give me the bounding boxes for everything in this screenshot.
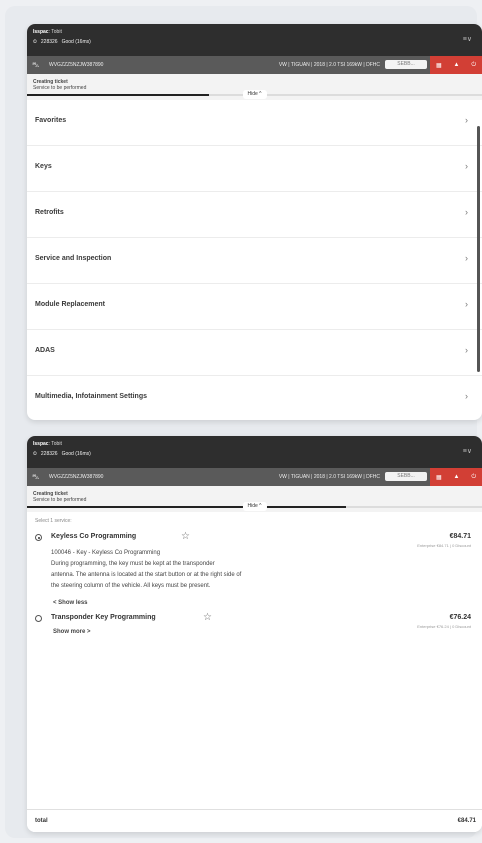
service-option[interactable]: Transponder Key Programming ☆ €76.24 Ent…	[35, 612, 475, 655]
clock-icon: ⏲	[33, 39, 37, 45]
category-retrofits[interactable]: Retrofits ›	[27, 192, 482, 238]
desc-line: the steering column of the vehicle. All …	[51, 583, 211, 589]
alert-area[interactable]: ▦ ▲ ⏻	[430, 56, 482, 74]
car-icon: ⛍	[32, 474, 40, 481]
progress-fill	[27, 506, 346, 508]
menu-icon[interactable]: ≡∨	[463, 35, 472, 43]
radio-unselected[interactable]	[35, 615, 42, 622]
chevron-right-icon: ›	[465, 207, 468, 217]
panel-service-select: Isspac: Tobit ⏲ 228326 Good (16ms) ≡∨ ⛍ …	[27, 436, 482, 832]
connection-status: ⏲ 228326 Good (16ms)	[33, 451, 91, 457]
connection-status: ⏲ 228326 Good (16ms)	[33, 39, 91, 45]
category-label: Retrofits	[35, 209, 64, 216]
power-icon[interactable]: ⏻	[471, 474, 476, 481]
search-input[interactable]: SEBB...	[385, 472, 427, 481]
vehicle-spec: VW | TIGUAN | 2018 | 2.0 TSI 169kW | DFH…	[278, 62, 380, 68]
service-price: €84.71	[449, 533, 471, 540]
ticket-subtitle: Service to be performed	[33, 497, 87, 503]
ticket-header: Creating ticket Service to be performed …	[27, 74, 482, 100]
vin-text: WVGZZZ5NZJW387890	[49, 62, 104, 68]
service-price: €76.24	[449, 614, 471, 621]
category-label: ADAS	[35, 347, 55, 354]
chevron-right-icon: ›	[465, 345, 468, 355]
service-description: 100046 - Key - Keyless Co Programming Du…	[51, 548, 381, 592]
show-less-link[interactable]: < Show less	[53, 600, 88, 606]
chevron-right-icon: ›	[465, 115, 468, 125]
chevron-right-icon: ›	[465, 299, 468, 309]
desc-line: During programming, the key must be kept…	[51, 561, 215, 567]
select-label: Select 1 service:	[35, 518, 72, 524]
vehicle-bar: ⛍ WVGZZZ5NZJW387890 VW | TIGUAN | 2018 |…	[27, 468, 482, 486]
desc-line: 100046 - Key - Keyless Co Programming	[51, 550, 161, 556]
category-service[interactable]: Service and Inspection ›	[27, 238, 482, 284]
session-id: 228326	[40, 39, 58, 45]
alert-area[interactable]: ▦ ▲ ⏻	[430, 468, 482, 486]
chevron-right-icon: ›	[465, 391, 468, 401]
scrollbar[interactable]	[477, 126, 480, 372]
chevron-right-icon: ›	[465, 253, 468, 263]
category-label: Module Replacement	[35, 301, 106, 308]
vin-text: WVGZZZ5NZJW387890	[49, 474, 104, 480]
category-keys[interactable]: Keys ›	[27, 146, 482, 192]
hide-button[interactable]: Hide ^	[242, 502, 267, 511]
total-bar: total €84.71	[27, 809, 482, 832]
show-more-link[interactable]: Show more >	[53, 629, 91, 635]
category-label: Service and Inspection	[35, 255, 112, 262]
power-icon[interactable]: ⏻	[471, 62, 476, 69]
radio-selected[interactable]	[35, 534, 42, 541]
calendar-icon[interactable]: ▦	[436, 62, 442, 69]
calendar-icon[interactable]: ▦	[436, 474, 442, 481]
star-icon[interactable]: ☆	[203, 612, 212, 623]
progress-fill	[27, 94, 209, 96]
panel-category-list: Isspac: Tobit ⏲ 228326 Good (16ms) ≡∨ ⛍ …	[27, 24, 482, 420]
category-module[interactable]: Module Replacement ›	[27, 284, 482, 330]
status-text: Good (16ms)	[61, 39, 91, 45]
hide-label: Hide	[247, 91, 258, 97]
hide-button[interactable]: Hide ^	[242, 90, 267, 99]
search-input[interactable]: SEBB...	[385, 60, 427, 69]
vehicle-spec: VW | TIGUAN | 2018 | 2.0 TSI 169kW | DFH…	[278, 474, 380, 480]
total-value: €84.71	[457, 818, 476, 824]
star-icon[interactable]: ☆	[181, 531, 190, 542]
chevron-right-icon: ›	[465, 161, 468, 171]
session-id: 228326	[40, 451, 58, 457]
vehicle-bar: ⛍ WVGZZZ5NZJW387890 VW | TIGUAN | 2018 |…	[27, 56, 482, 74]
top-bar: Isspac: Tobit ⏲ 228326 Good (16ms) ≡∨	[27, 436, 482, 468]
warning-icon[interactable]: ▲	[453, 62, 459, 68]
service-price-detail: Enterprise €76.24 | 0 Discount	[417, 624, 471, 629]
user-info: Isspac: Tobit	[33, 29, 62, 35]
user-value: Tobit	[51, 29, 62, 35]
total-label: total	[35, 818, 48, 824]
category-multimedia[interactable]: Multimedia, Infotainment Settings ›	[27, 376, 482, 420]
ticket-header: Creating ticket Service to be performed …	[27, 486, 482, 512]
user-label: Isspac	[33, 441, 49, 447]
user-info: Isspac: Tobit	[33, 441, 62, 447]
desc-line: antenna. The antenna is located at the s…	[51, 572, 242, 578]
warning-icon[interactable]: ▲	[453, 474, 459, 480]
category-label: Keys	[35, 163, 52, 170]
top-bar: Isspac: Tobit ⏲ 228326 Good (16ms) ≡∨	[27, 24, 482, 56]
category-label: Favorites	[35, 117, 67, 124]
service-content: Select 1 service: Keyless Co Programming…	[27, 512, 482, 832]
category-label: Multimedia, Infotainment Settings	[35, 393, 148, 400]
service-name: Keyless Co Programming	[51, 533, 137, 540]
clock-icon: ⏲	[33, 451, 37, 457]
service-price-detail: Enterprise €84.71 | 0 Discount	[417, 543, 471, 548]
user-value: Tobit	[51, 441, 62, 447]
menu-icon[interactable]: ≡∨	[463, 447, 472, 455]
user-label: Isspac	[33, 29, 49, 35]
category-favorites[interactable]: Favorites ›	[27, 100, 482, 146]
hide-label: Hide	[247, 503, 258, 509]
service-name: Transponder Key Programming	[51, 614, 156, 621]
status-text: Good (16ms)	[61, 451, 91, 457]
ticket-subtitle: Service to be performed	[33, 85, 87, 91]
category-list: Favorites › Keys › Retrofits › Service and …	[27, 100, 482, 420]
category-adas[interactable]: ADAS ›	[27, 330, 482, 376]
car-icon: ⛍	[32, 62, 40, 69]
